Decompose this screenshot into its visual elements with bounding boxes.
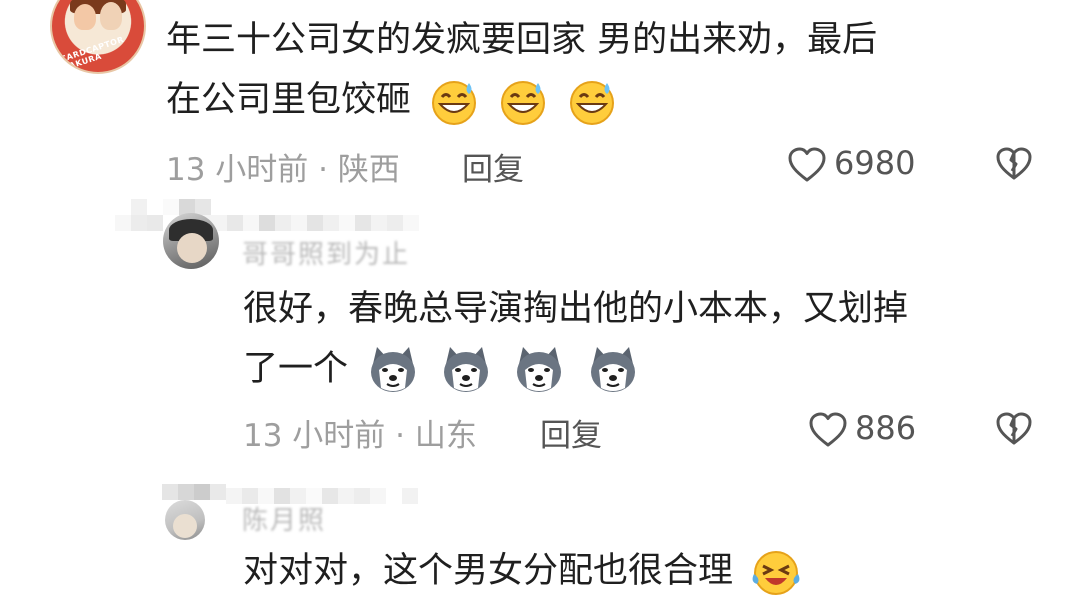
husky-dog-emoji	[444, 347, 489, 392]
comment-line-text: 对对对，这个男女分配也很合理	[243, 551, 734, 591]
commenter-username[interactable]: 哥哥照到为止	[242, 234, 410, 271]
like-count: 6980	[834, 144, 916, 182]
commenter-avatar[interactable]	[163, 213, 219, 269]
husky-dog-emoji	[517, 347, 562, 392]
grinning-sweat-emoji	[501, 81, 546, 125]
username-mosaic	[162, 484, 226, 500]
comment-text: 对对对，这个男女分配也很合理	[243, 541, 802, 601]
like-heart-icon[interactable]	[787, 146, 827, 184]
comment-time-location: 13 小时前 · 陕西	[166, 152, 400, 188]
comment-line: 在公司里包饺砸	[166, 70, 877, 130]
avatar-face	[177, 233, 207, 263]
laughing-tears-emoji	[752, 551, 800, 595]
dislike-broken-heart-icon[interactable]	[995, 146, 1033, 182]
commenter-username[interactable]: 陈月照	[242, 500, 326, 537]
comment-text: 很好，春晚总导演掏出他的小本本，又划掉 了一个	[243, 279, 908, 399]
commenter-avatar[interactable]	[165, 500, 205, 540]
husky-dog-emoji	[371, 347, 416, 392]
avatar-face	[173, 514, 197, 538]
avatar-logo-text: CARDCAPTOR SAKURA	[59, 34, 126, 73]
grinning-sweat-emoji	[432, 81, 477, 125]
dislike-broken-heart-icon[interactable]	[995, 411, 1033, 447]
comment-line: 了一个	[243, 339, 908, 399]
grinning-sweat-emoji	[570, 81, 615, 125]
comment-line-text: 在公司里包饺砸	[166, 80, 412, 120]
reply-button[interactable]: 回复	[540, 410, 602, 455]
comment-line-text: 了一个	[243, 349, 349, 389]
reply-button[interactable]: 回复	[462, 144, 524, 189]
comment-line: 很好，春晚总导演掏出他的小本本，又划掉	[243, 289, 909, 329]
avatar-figure	[74, 4, 96, 30]
username-mosaic	[211, 215, 435, 231]
like-count: 886	[855, 409, 917, 447]
comment-text: 年三十公司女的发疯要回家 男的出来劝，最后 在公司里包饺砸	[166, 10, 877, 130]
comment-line: 对对对，这个男女分配也很合理	[243, 541, 802, 601]
husky-dog-emoji	[590, 347, 635, 392]
commenter-avatar[interactable]: CARDCAPTOR SAKURA	[50, 0, 146, 74]
comment-time-location: 13 小时前 · 山东	[243, 418, 477, 454]
comment-line: 年三十公司女的发疯要回家 男的出来劝，最后	[166, 20, 878, 60]
like-heart-icon[interactable]	[808, 411, 848, 449]
avatar-figure	[100, 2, 122, 30]
